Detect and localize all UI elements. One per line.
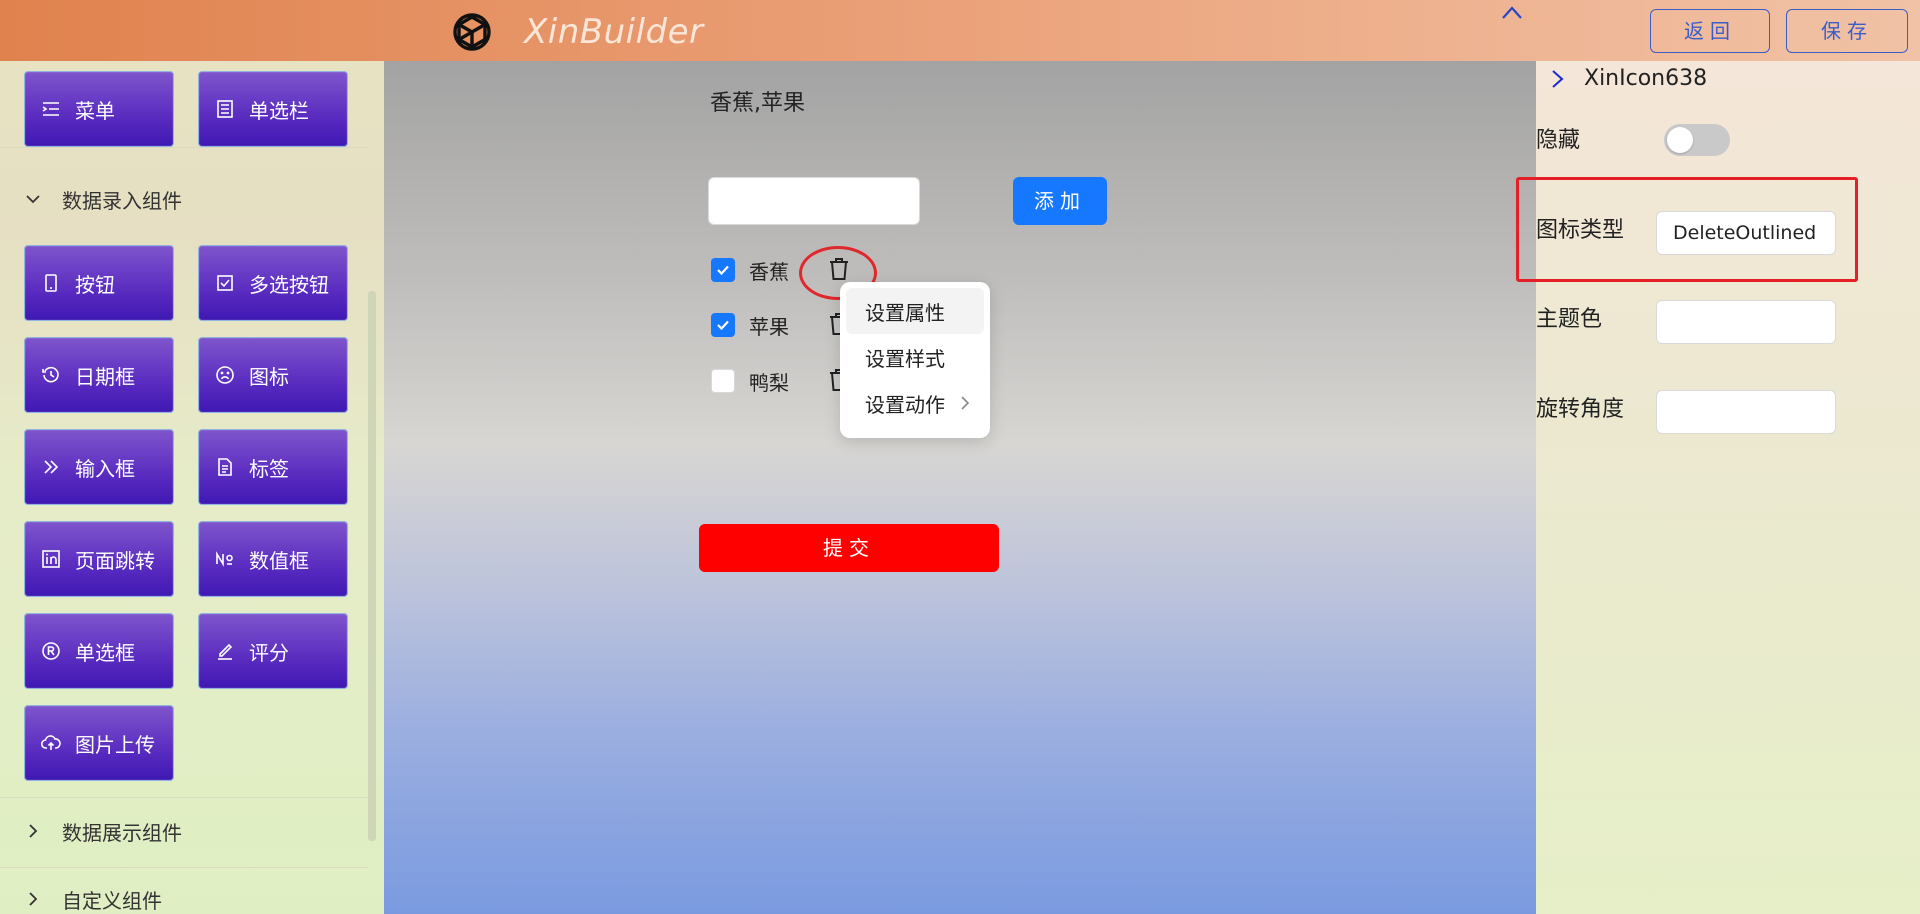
submit-button[interactable]: 提交 <box>699 524 999 572</box>
history-icon <box>41 365 61 385</box>
chevron-right-icon <box>29 824 38 838</box>
component-date-button[interactable]: 日期框 <box>24 337 174 413</box>
mobile-icon <box>41 273 61 293</box>
sidebar-scrollbar[interactable] <box>368 291 376 841</box>
menu-item-set-action[interactable]: 设置动作 <box>846 380 984 426</box>
component-header[interactable]: XinIcon638 <box>1548 66 1707 91</box>
chevron-up-icon[interactable] <box>1500 2 1524 24</box>
icon-type-label: 图标类型 <box>1536 218 1625 243</box>
checkbox-checked[interactable] <box>711 258 735 282</box>
hidden-label: 隐藏 <box>1536 128 1581 153</box>
component-image-upload-button[interactable]: 图片上传 <box>24 705 174 781</box>
component-menu-button[interactable]: 菜单 <box>24 71 174 147</box>
component-radio-button[interactable]: 单选框 <box>24 613 174 689</box>
rotate-input[interactable] <box>1656 390 1836 434</box>
design-canvas[interactable]: 香蕉,苹果 添加 香蕉 苹果 鸭梨 设置属性 设置样式 设置动作 提交 <box>384 61 1536 914</box>
component-checkbox-button[interactable]: 多选按钮 <box>198 245 348 321</box>
check-icon <box>717 265 729 276</box>
todo-item: 苹果 <box>711 310 789 340</box>
linkedin-icon <box>41 549 61 569</box>
divider <box>0 147 368 148</box>
hidden-toggle[interactable] <box>1664 124 1730 156</box>
cloud-upload-icon <box>41 733 61 753</box>
openai-logo-icon <box>453 13 491 51</box>
section-data-display[interactable]: 数据展示组件 <box>0 803 368 859</box>
chevron-down-icon <box>26 195 40 204</box>
menu-item-set-properties[interactable]: 设置属性 <box>846 288 984 334</box>
selected-items-text: 香蕉,苹果 <box>710 91 805 116</box>
edit-icon <box>215 641 235 661</box>
number-icon <box>215 549 235 569</box>
save-button[interactable]: 保存 <box>1786 9 1908 53</box>
todo-label: 香蕉 <box>749 259 789 284</box>
todo-item: 香蕉 <box>711 255 789 285</box>
chevron-right-icon <box>29 892 38 906</box>
component-input-button[interactable]: 输入框 <box>24 429 174 505</box>
chevron-right-icon <box>961 396 970 410</box>
add-todo-input[interactable] <box>708 177 920 225</box>
context-menu: 设置属性 设置样式 设置动作 <box>840 282 990 438</box>
checkbox-unchecked[interactable] <box>711 369 735 393</box>
theme-color-label: 主题色 <box>1536 307 1603 332</box>
component-tag-button[interactable]: 标签 <box>198 429 348 505</box>
menu-item-set-style[interactable]: 设置样式 <box>846 334 984 380</box>
icon-type-input[interactable]: DeleteOutlined <box>1656 211 1836 255</box>
app-title: XinBuilder <box>524 12 704 52</box>
add-button[interactable]: 添加 <box>1013 177 1107 225</box>
section-data-input[interactable]: 数据录入组件 <box>0 171 368 227</box>
menu-icon <box>41 99 61 119</box>
double-right-icon <box>41 457 61 477</box>
component-sidebar: 菜单 单选栏 数据录入组件 按钮 多选按钮 日期框 图标 输入框 标签 页面跳转… <box>0 61 384 914</box>
todo-label: 鸭梨 <box>749 370 789 395</box>
component-page-jump-button[interactable]: 页面跳转 <box>24 521 174 597</box>
registered-icon <box>41 641 61 661</box>
component-button-button[interactable]: 按钮 <box>24 245 174 321</box>
theme-color-input[interactable] <box>1656 300 1836 344</box>
back-button[interactable]: 返回 <box>1650 9 1770 53</box>
todo-item: 鸭梨 <box>711 366 789 396</box>
divider <box>0 867 368 868</box>
todo-label: 苹果 <box>749 314 789 339</box>
divider <box>0 797 368 798</box>
top-header: XinBuilder 返回 保存 <box>0 0 1920 61</box>
component-icon-button[interactable]: 图标 <box>198 337 348 413</box>
rotate-label: 旋转角度 <box>1536 397 1625 422</box>
file-text-icon <box>215 457 235 477</box>
section-custom[interactable]: 自定义组件 <box>0 871 368 914</box>
component-radio-bar-button[interactable]: 单选栏 <box>198 71 348 147</box>
check-icon <box>717 320 729 331</box>
component-number-button[interactable]: 数值框 <box>198 521 348 597</box>
toggle-knob <box>1667 127 1693 153</box>
component-rate-button[interactable]: 评分 <box>198 613 348 689</box>
radio-bar-icon <box>215 99 235 119</box>
property-panel: XinIcon638 隐藏 图标类型 DeleteOutlined 主题色 旋转… <box>1516 61 1920 914</box>
checkbox-checked[interactable] <box>711 313 735 337</box>
checkbox-icon <box>215 273 235 293</box>
chevron-right-icon <box>1552 69 1564 88</box>
frown-icon <box>215 365 235 385</box>
component-name: XinIcon638 <box>1584 66 1708 91</box>
